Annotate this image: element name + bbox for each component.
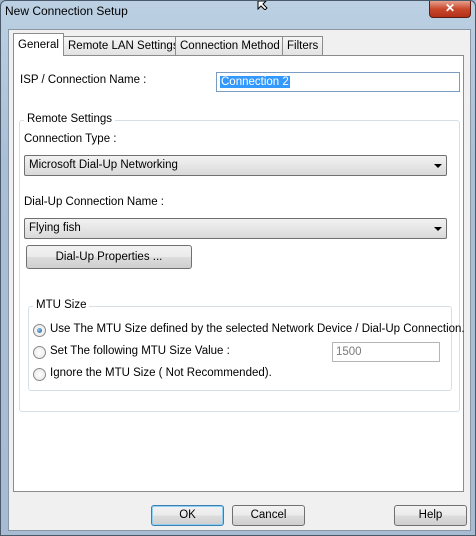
mtu-ignore-radio[interactable] (33, 368, 46, 381)
general-tab-panel: ISP / Connection Name : Connection 2 Rem… (13, 55, 465, 492)
chevron-down-icon (434, 227, 442, 231)
remote-settings-group: Remote Settings Connection Type : Micros… (19, 113, 465, 412)
help-button[interactable]: Help (394, 505, 467, 526)
tab-label: Remote LAN Settings (68, 40, 179, 52)
tab-label: General (18, 39, 59, 51)
dialup-connection-name-select[interactable]: Flying fish (24, 218, 447, 239)
tab-label: Filters (287, 40, 319, 52)
dialog-window: New Connection Setup ✕ General Remote LA… (0, 0, 476, 536)
title-bar[interactable]: New Connection Setup ✕ (1, 1, 475, 23)
close-button[interactable]: ✕ (429, 1, 471, 18)
window-title: New Connection Setup (5, 4, 128, 18)
help-button-label: Help (418, 509, 443, 521)
dialup-properties-button[interactable]: Dial-Up Properties ... (26, 245, 192, 269)
mtu-value: 1500 (336, 346, 362, 358)
chevron-down-icon (434, 164, 442, 168)
connection-type-select[interactable]: Microsoft Dial-Up Networking (24, 155, 447, 176)
dialog-client-area: General Remote LAN Settings Connection M… (8, 29, 471, 531)
dialup-properties-label: Dial-Up Properties ... (55, 251, 163, 263)
dialup-connection-name-label: Dial-Up Connection Name : (24, 196, 164, 208)
mtu-set-value-label: Set The following MTU Size Value : (50, 345, 230, 357)
mtu-use-device-label: Use The MTU Size defined by the selected… (50, 323, 465, 335)
mtu-value-input[interactable]: 1500 (332, 342, 440, 362)
tab-remote-lan-settings[interactable]: Remote LAN Settings (63, 36, 184, 55)
isp-connection-name-label: ISP / Connection Name : (20, 74, 147, 86)
isp-connection-name-input[interactable]: Connection 2 (216, 72, 460, 92)
tab-general[interactable]: General (13, 33, 64, 56)
cancel-button[interactable]: Cancel (232, 505, 305, 526)
tab-filters[interactable]: Filters (282, 36, 324, 55)
isp-connection-name-value: Connection 2 (220, 76, 290, 88)
connection-type-value: Microsoft Dial-Up Networking (29, 159, 178, 171)
mtu-size-group: MTU Size Use The MTU Size defined by the… (28, 299, 465, 391)
close-icon: ✕ (444, 1, 456, 15)
tab-connection-method[interactable]: Connection Method (175, 36, 285, 55)
mtu-set-value-radio[interactable] (33, 346, 46, 359)
dialup-connection-name-value: Flying fish (29, 222, 81, 234)
cancel-button-label: Cancel (250, 509, 287, 521)
mtu-use-device-radio[interactable] (33, 324, 46, 337)
mtu-ignore-label: Ignore the MTU Size ( Not Recommended). (50, 367, 272, 379)
connection-type-label: Connection Type : (24, 133, 117, 145)
mtu-size-legend: MTU Size (33, 299, 90, 311)
mouse-cursor-icon (257, 1, 268, 10)
ok-button-label: OK (179, 509, 196, 521)
tab-label: Connection Method (180, 40, 280, 52)
ok-button[interactable]: OK (151, 505, 224, 526)
remote-settings-legend: Remote Settings (24, 113, 116, 125)
